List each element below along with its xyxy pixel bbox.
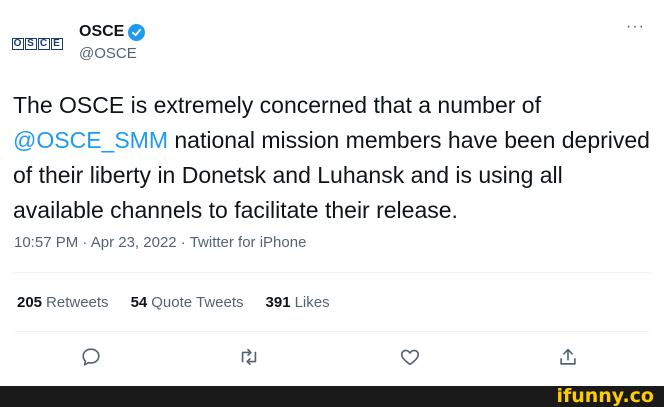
author-names: OSCE @OSCE [79,23,146,62]
like-icon[interactable] [397,344,423,370]
tweet-source[interactable]: Twitter for iPhone [190,234,307,251]
tweet-meta: 10:57 PM · Apr 23, 2022 · Twitter for iP… [14,234,307,251]
tweet-date[interactable]: Apr 23, 2022 [91,234,177,251]
watermark-bar: ifunny.co [0,386,664,407]
tweet-text: The OSCE is extremely concerned that a n… [13,92,650,223]
stat-retweets[interactable]: 205 Retweets [17,294,109,311]
handle[interactable]: @OSCE [79,45,145,62]
display-name[interactable]: OSCE [79,23,124,41]
tweet-time[interactable]: 10:57 PM [14,234,78,251]
osce-logo: O S C E [11,38,63,50]
stat-quote-tweets[interactable]: 54 Quote Tweets [131,294,244,311]
retweet-icon[interactable] [236,344,262,370]
share-icon[interactable] [555,344,581,370]
ifunny-watermark: ifunny.co [556,385,654,407]
mention-link[interactable]: @OSCE_SMM [13,127,168,153]
avatar[interactable]: O S C E [11,26,63,62]
action-bar [0,344,664,374]
stat-likes[interactable]: 391 Likes [266,294,330,311]
verified-badge-icon [128,23,146,41]
more-options-icon[interactable]: ··· [626,18,645,36]
reply-icon[interactable] [78,344,104,370]
divider [14,272,650,273]
divider [14,331,650,332]
tweet-card: O S C E OSCE @OSCE ··· The OSCE is extre… [0,0,664,386]
tweet-stats: 205 Retweets 54 Quote Tweets 391 Likes [17,294,330,311]
